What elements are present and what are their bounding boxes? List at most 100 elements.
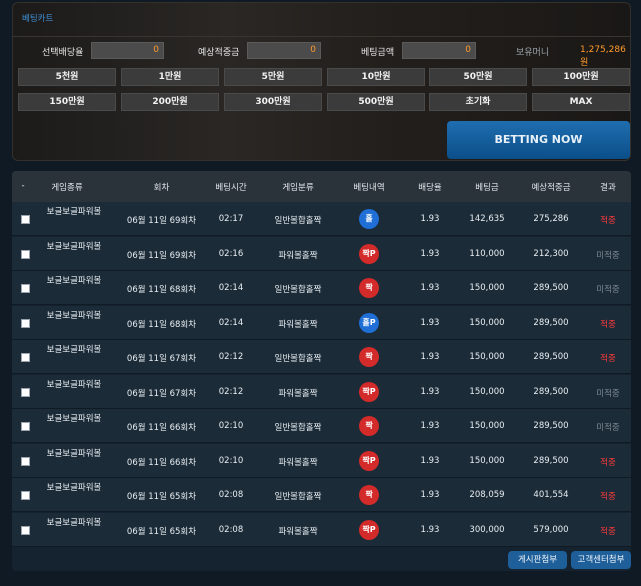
row-checkbox[interactable] [21,215,30,224]
amount-button-1m[interactable]: 100만원 [532,68,630,86]
amount-button-2m[interactable]: 200만원 [121,93,219,111]
row-bet-pick-badge: 짝 [359,347,379,367]
row-checkbox[interactable] [21,353,30,362]
row-bet-amount: 150,000 [469,421,505,431]
row-expected-win: 289,500 [533,386,569,397]
row-game-category: 파워볼홀짝 [278,388,318,399]
row-bet-pick-badge: 짝 [359,416,379,436]
row-result: 적중 [600,354,616,364]
row-bet-pick-badge: 홀 [359,209,379,229]
row-round: 06월 11일 66회차 [126,423,197,433]
amount-button-3m[interactable]: 300만원 [224,93,322,111]
row-round: 06월 11일 68회차 [126,319,197,330]
row-result: 적중 [600,526,616,537]
table-row: 보글보글파워볼 06월 11일 69회차 02:16 파워볼홀짝 1.93 110,000… [12,236,631,271]
amount-button-5m[interactable]: 500만원 [327,93,425,111]
bet-amount-input[interactable]: 0 [402,42,476,59]
header-dash: - [21,181,25,191]
table-row: 보글보글파워볼 06월 11일 66회차 02:10 파워볼홀짝 1.93 150,000… [12,443,631,478]
row-result: 적중 [600,319,616,330]
support-attach-button[interactable]: 고객센터첨부 [571,551,631,569]
header-bet-amount: 베팅금 [475,183,499,193]
row-checkbox[interactable] [21,249,30,259]
row-expected-win: 401,554 [533,490,569,500]
row-checkbox[interactable] [21,318,30,328]
header-expected-win: 예상적중금 [531,183,571,193]
row-checkbox[interactable] [21,284,30,293]
row-bet-amount: 300,000 [469,524,505,535]
row-bet-amount: 142,635 [469,214,505,224]
row-round: 06월 11일 67회차 [126,354,197,364]
select-odds-label: 선택배당율 [42,48,84,58]
row-round: 06월 11일 69회차 [126,250,197,261]
row-checkbox[interactable] [21,422,30,431]
row-odds: 1.93 [420,524,440,535]
row-game-category: 파워볼홀짝 [278,250,318,261]
row-expected-win: 212,300 [533,248,569,259]
row-expected-win: 289,500 [533,455,569,466]
table-header-row: - 게임종류 회차 베팅시간 게임분류 베팅내역 배당율 베팅금 예상적중금 결과 [12,171,631,202]
row-result: 적중 [600,492,616,502]
table-row: 보글보글파워볼 06월 11일 65회차 02:08 파워볼홀짝 1.93 300,000… [12,512,631,547]
amount-button-50k[interactable]: 5만원 [224,68,322,86]
balance-label: 보유머니 [516,48,550,58]
amount-button-5k[interactable]: 5천원 [18,68,116,86]
row-odds: 1.93 [420,386,440,397]
table-row: 보글보글파워볼 06월 11일 69회차 02:17 일반볼합홀짝 1.93 142,63… [12,202,631,236]
table-row: 보글보글파워볼 06월 11일 67회차 02:12 파워볼홀짝 1.93 150,000… [12,374,631,409]
row-expected-win: 289,500 [533,317,569,328]
row-bet-pick-badge: 짝P [359,450,379,471]
cart-divider [13,36,630,37]
row-result: 적중 [600,457,616,468]
row-odds: 1.93 [420,455,440,466]
betting-cart-panel: 베팅카트 선택배당율 0 예상적중금 0 베팅금액 0 보유머니 1,275,2… [12,2,631,161]
header-odds: 배당율 [418,183,442,193]
amount-button-1500k[interactable]: 150만원 [18,93,116,111]
row-game-type: 보글보글파워볼 [46,207,102,217]
cart-title: 베팅카트 [22,14,54,24]
row-round: 06월 11일 66회차 [126,457,197,468]
row-odds: 1.93 [420,421,440,431]
row-round: 06월 11일 69회차 [126,216,197,226]
row-round: 06월 11일 65회차 [126,492,197,502]
row-result: 미적중 [596,423,620,433]
row-bet-time: 02:14 [218,283,244,293]
row-bet-amount: 110,000 [469,248,505,259]
table-row: 보글보글파워볼 06월 11일 66회차 02:10 일반볼합홀짝 1.93 150,00… [12,409,631,443]
row-result: 미적중 [596,250,620,261]
row-game-type: 보글보글파워볼 [46,345,102,355]
row-bet-time: 02:12 [218,386,244,397]
table-row: 보글보글파워볼 06월 11일 67회차 02:12 일반볼합홀짝 1.93 150,00… [12,340,631,374]
betting-now-button[interactable]: BETTING NOW [447,121,630,159]
row-bet-amount: 150,000 [469,455,505,466]
row-checkbox[interactable] [21,525,30,535]
row-bet-time: 02:10 [218,421,244,431]
row-bet-pick-badge: 짝 [359,485,379,505]
bet-amount-label: 베팅금액 [361,48,395,58]
amount-button-10k[interactable]: 1만원 [121,68,219,86]
row-checkbox[interactable] [21,456,30,466]
row-bet-time: 02:17 [218,214,244,224]
row-checkbox[interactable] [21,387,30,397]
row-odds: 1.93 [420,317,440,328]
row-game-category: 파워볼홀짝 [278,526,318,537]
amount-button-100k[interactable]: 10만원 [327,68,425,86]
cart-summary-row: 선택배당율 0 예상적중금 0 베팅금액 0 보유머니 1,275,286원 [13,41,630,68]
board-attach-button[interactable]: 게시판첨부 [508,551,567,569]
row-odds: 1.93 [420,214,440,224]
amount-button-max[interactable]: MAX [532,93,630,111]
row-bet-pick-badge: 짝P [359,381,379,402]
select-odds-field: 0 [91,42,164,59]
row-bet-pick-badge: 홀P [359,312,379,333]
row-game-type: 보글보글파워볼 [46,276,102,286]
row-game-type: 보글보글파워볼 [46,483,102,493]
amount-button-reset[interactable]: 초기화 [429,93,527,111]
row-bet-time: 02:10 [218,455,244,466]
row-bet-time: 02:08 [218,524,244,535]
row-round: 06월 11일 68회차 [126,285,197,295]
amount-button-500k[interactable]: 50만원 [429,68,527,86]
row-checkbox[interactable] [21,491,30,500]
expected-win-label: 예상적중금 [198,48,240,58]
expected-win-field: 0 [247,42,321,59]
row-expected-win: 289,500 [533,283,569,293]
